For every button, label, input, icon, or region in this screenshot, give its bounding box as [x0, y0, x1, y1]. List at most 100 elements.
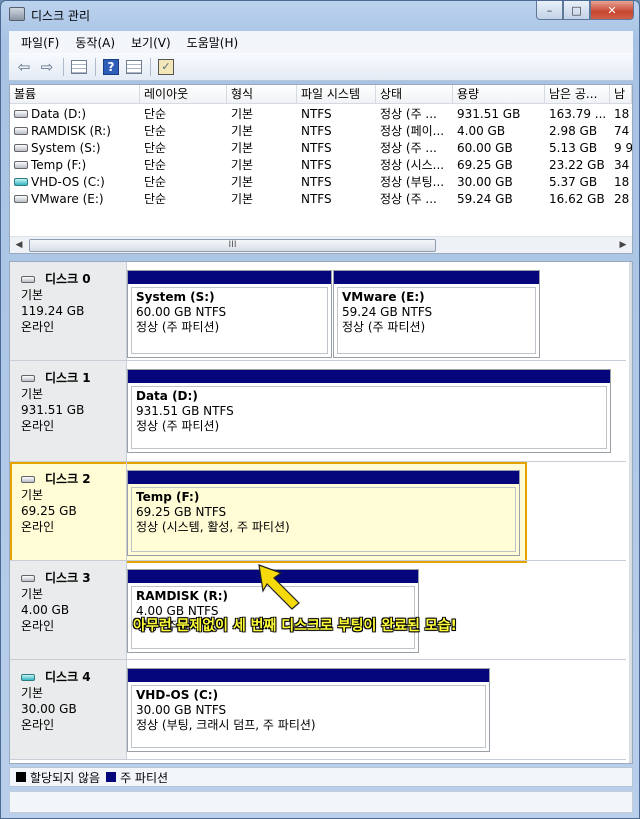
volume-name-text: System (S:): [31, 141, 101, 155]
column-type[interactable]: 형식: [227, 85, 297, 104]
vertical-scrollbar[interactable]: [629, 262, 632, 763]
disk-state: 온라인: [21, 320, 55, 334]
volume-row[interactable]: Temp (F:) 단순 기본 NTFS 정상 (시스... 69.25 GB 23.22 …: [10, 157, 632, 174]
column-volume[interactable]: 볼륨: [10, 85, 140, 104]
menu-file[interactable]: 파일(F): [13, 34, 67, 51]
disk-title-text: 디스크 1: [45, 371, 91, 385]
disk-management-window: 디스크 관리 – □ ✕ 파일(F) 동작(A) 보기(V) 도움말(H) ⇦ …: [0, 0, 640, 819]
disk-title: 디스크 0: [21, 271, 126, 287]
properties-button[interactable]: ✓: [155, 56, 177, 78]
column-percent-free[interactable]: 남: [610, 85, 632, 104]
volume-type: 기본: [231, 158, 254, 172]
console-tree-button[interactable]: [68, 56, 90, 78]
partition-details: VMware (E:) 59.24 GB NTFS 정상 (주 파티션): [337, 287, 536, 354]
drive-icon: [14, 161, 28, 169]
disk-icon: [21, 475, 35, 483]
disk-icon: [21, 374, 35, 382]
volume-free-space: 16.62 GB: [549, 192, 605, 206]
window-controls: – □ ✕: [536, 1, 634, 20]
menu-help[interactable]: 도움말(H): [179, 34, 247, 51]
volume-name-text: Temp (F:): [31, 158, 87, 172]
title-bar[interactable]: 디스크 관리 – □ ✕: [1, 1, 639, 29]
disk-title: 디스크 4: [21, 669, 126, 685]
volume-status: 정상 (주 ...: [380, 141, 437, 155]
volume-layout: 단순: [144, 175, 167, 189]
back-arrow-icon[interactable]: ⇦: [13, 56, 35, 78]
volume-name: VMware (E:): [10, 191, 140, 208]
disk-size: 30.00 GB: [21, 702, 77, 716]
partition-detail: 30.00 GB NTFS: [136, 703, 227, 717]
close-button[interactable]: ✕: [590, 1, 634, 20]
help-button[interactable]: ?: [100, 56, 122, 78]
volume-capacity: 4.00 GB: [457, 124, 506, 138]
forward-arrow-icon[interactable]: ⇨: [36, 56, 58, 78]
console-tree-icon: [71, 59, 87, 74]
legend-label-primary: 주 파티션: [120, 770, 169, 785]
column-layout[interactable]: 레이아웃: [140, 85, 227, 104]
volume-capacity: 69.25 GB: [457, 158, 513, 172]
scrollbar-thumb[interactable]: III: [29, 239, 436, 252]
volume-row[interactable]: Data (D:) 단순 기본 NTFS 정상 (주 ... 931.51 GB 163.7…: [10, 106, 632, 123]
scroll-right-arrow-icon[interactable]: ▶: [616, 239, 630, 252]
disk-icon: [21, 275, 35, 283]
partition-block[interactable]: Data (D:) 931.51 GB NTFS 정상 (주 파티션): [127, 369, 611, 453]
volume-file-system: NTFS: [301, 124, 332, 138]
vhd-disk-icon: [21, 673, 35, 681]
volume-capacity: 60.00 GB: [457, 141, 513, 155]
minimize-button[interactable]: –: [536, 1, 563, 20]
partition-details: Temp (F:) 69.25 GB NTFS 정상 (시스템, 활성, 주 파티션…: [131, 487, 516, 552]
volume-name: VHD-OS (C:): [10, 174, 140, 191]
volume-row[interactable]: System (S:) 단순 기본 NTFS 정상 (주 ... 60.00 GB 5.13…: [10, 140, 632, 157]
drive-icon: [14, 127, 28, 135]
disk-management-app-icon: [9, 7, 25, 21]
volume-file-system: NTFS: [301, 107, 332, 121]
partition-name: VHD-OS (C:): [136, 688, 219, 702]
annotation-arrow: [258, 564, 300, 610]
column-file-system[interactable]: 파일 시스템: [297, 85, 376, 104]
maximize-button[interactable]: □: [563, 1, 590, 20]
horizontal-scrollbar[interactable]: ◀ III ▶: [10, 236, 632, 253]
disk-title-text: 디스크 4: [45, 670, 91, 684]
legend-bar: 할당되지 않음 주 파티션: [9, 767, 633, 787]
partition-status: 정상 (시스템, 활성, 주 파티션): [136, 520, 290, 534]
disk-info[interactable]: 디스크 2 기본 69.25 GB 온라인: [10, 462, 127, 560]
disk-info[interactable]: 디스크 3 기본 4.00 GB 온라인: [10, 561, 127, 659]
volume-name: System (S:): [10, 140, 140, 157]
disk-info[interactable]: 디스크 1 기본 931.51 GB 온라인: [10, 361, 127, 461]
volume-layout: 단순: [144, 124, 167, 138]
volume-name: RAMDISK (R:): [10, 123, 140, 140]
partition-block[interactable]: VMware (E:) 59.24 GB NTFS 정상 (주 파티션): [333, 270, 540, 358]
partition-block[interactable]: System (S:) 60.00 GB NTFS 정상 (주 파티션): [127, 270, 332, 358]
volume-capacity: 59.24 GB: [457, 192, 513, 206]
disk-title-text: 디스크 3: [45, 571, 91, 585]
volume-row[interactable]: VMware (E:) 단순 기본 NTFS 정상 (주 ... 59.24 GB 16.6…: [10, 191, 632, 208]
disk-graphical-view[interactable]: 디스크 0 기본 119.24 GB 온라인 System (S:) 60.00 GB N…: [9, 261, 633, 764]
disk-state: 온라인: [21, 520, 55, 534]
partition-status: 정상 (주 파티션): [136, 419, 220, 433]
volume-list-button[interactable]: [123, 56, 145, 78]
scroll-left-arrow-icon[interactable]: ◀: [12, 239, 26, 252]
status-bar: [9, 791, 633, 813]
column-capacity[interactable]: 용량: [453, 85, 545, 104]
volume-status: 정상 (주 ...: [380, 107, 437, 121]
volume-layout: 단순: [144, 192, 167, 206]
column-status[interactable]: 상태: [376, 85, 453, 104]
volume-free-space: 5.37 GB: [549, 175, 598, 189]
disk-info[interactable]: 디스크 4 기본 30.00 GB 온라인: [10, 660, 127, 759]
volume-row[interactable]: RAMDISK (R:) 단순 기본 NTFS 정상 (페이... 4.00 GB 2.98…: [10, 123, 632, 140]
partition-details: System (S:) 60.00 GB NTFS 정상 (주 파티션): [131, 287, 328, 354]
menu-view[interactable]: 보기(V): [123, 34, 179, 51]
partition-block[interactable]: VHD-OS (C:) 30.00 GB NTFS 정상 (부팅, 크래시 덤프, …: [127, 668, 490, 752]
partition-block[interactable]: Temp (F:) 69.25 GB NTFS 정상 (시스템, 활성, 주 파티션…: [127, 470, 520, 556]
drive-icon: [14, 195, 28, 203]
partition-detail: 931.51 GB NTFS: [136, 404, 234, 418]
volume-row[interactable]: VHD-OS (C:) 단순 기본 NTFS 정상 (부팅... 30.00 GB 5.37…: [10, 174, 632, 191]
volume-list[interactable]: 볼륨 레이아웃 형식 파일 시스템 상태 용량 남은 공... 남 Data (…: [9, 84, 633, 254]
partition-name: Data (D:): [136, 389, 198, 403]
column-free-space[interactable]: 남은 공...: [545, 85, 610, 104]
volume-type: 기본: [231, 124, 254, 138]
disk-info[interactable]: 디스크 0 기본 119.24 GB 온라인: [10, 262, 127, 360]
toolbar-separator: [63, 57, 64, 76]
menu-action[interactable]: 동작(A): [67, 34, 123, 51]
volume-free-space: 5.13 GB: [549, 141, 598, 155]
